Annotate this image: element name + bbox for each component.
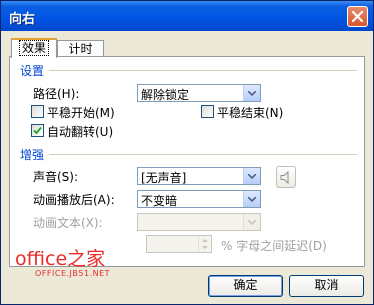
settings-heading: 设置 [20, 64, 45, 78]
smooth-end-checkbox[interactable] [201, 105, 214, 118]
sound-label: 声音(S): [33, 170, 79, 184]
path-value: 解除锁定 [141, 88, 190, 102]
settings-divider [49, 70, 357, 71]
tab-effect-label: 效果 [18, 40, 49, 56]
sound-value: [无声音] [141, 171, 187, 185]
smooth-start-label: 平稳开始(M) [47, 106, 115, 120]
after-animation-label: 动画播放后(A): [33, 193, 115, 207]
animate-text-dropdown[interactable] [137, 213, 261, 231]
auto-reverse-checkbox[interactable] [31, 124, 44, 137]
close-button[interactable] [347, 6, 368, 27]
speaker-icon [280, 171, 289, 184]
chevron-down-icon [248, 91, 256, 96]
tab-timing-label: 计时 [68, 42, 93, 56]
dialog-window: 向右 效果 计时 设置 路径(H): 解除锁定 平稳开始(M) 平稳结束(N) … [0, 0, 374, 305]
watermark-url: OFFICE.JB51.NET [35, 269, 111, 278]
chevron-down-icon [248, 174, 256, 179]
path-dropdown-arrow[interactable] [243, 85, 260, 101]
animate-text-label: 动画文本(X): [33, 216, 103, 230]
smooth-end-label: 平稳结束(N) [217, 106, 284, 120]
chevron-down-icon [248, 220, 256, 225]
path-label: 路径(H): [33, 87, 80, 101]
sound-dropdown-arrow[interactable] [243, 168, 260, 184]
sound-dropdown[interactable]: [无声音] [137, 167, 261, 185]
after-animation-dropdown[interactable]: 不变暗 [137, 190, 261, 208]
watermark-logo: office之家 [15, 248, 106, 270]
ok-button-label: 确定 [233, 278, 258, 292]
chevron-down-icon [248, 197, 256, 202]
cancel-button-label: 取消 [314, 278, 339, 292]
auto-reverse-label: 自动翻转(U) [47, 125, 114, 139]
path-dropdown[interactable]: 解除锁定 [137, 84, 261, 102]
sound-volume-button[interactable] [276, 166, 296, 188]
tab-effect[interactable]: 效果 [11, 38, 57, 58]
enhancements-divider [49, 154, 357, 155]
delay-suffix-label: % 字母之间延迟(D) [221, 239, 327, 253]
ok-button[interactable]: 确定 [208, 275, 283, 297]
title-bar[interactable]: 向右 [1, 1, 373, 31]
after-animation-value: 不变暗 [141, 194, 178, 208]
spinner-arrows-icon [202, 239, 208, 249]
checkmark-icon [33, 126, 42, 135]
delay-spinner[interactable] [146, 235, 212, 253]
smooth-start-checkbox[interactable] [31, 105, 44, 118]
animate-text-dropdown-arrow[interactable] [243, 214, 260, 230]
after-animation-dropdown-arrow[interactable] [243, 191, 260, 207]
enhancements-heading: 增强 [20, 148, 45, 162]
window-title: 向右 [9, 12, 36, 27]
delay-spinner-arrows[interactable] [198, 236, 211, 252]
cancel-button[interactable]: 取消 [289, 275, 364, 297]
close-icon [352, 11, 363, 22]
